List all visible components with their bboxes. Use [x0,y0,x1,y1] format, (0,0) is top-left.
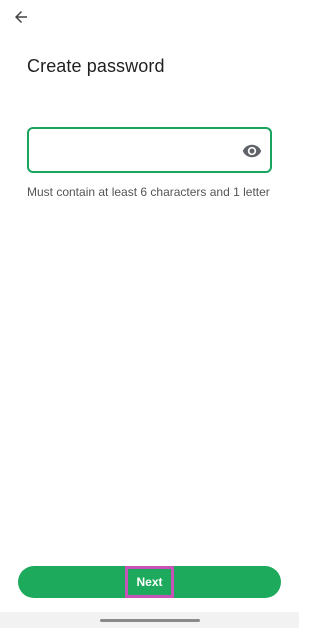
password-field[interactable] [27,127,272,173]
password-input[interactable] [39,129,239,171]
next-button-label: Next [125,566,174,598]
eye-icon [242,144,262,158]
password-requirements-text: Must contain at least 6 characters and 1… [27,185,270,199]
home-indicator[interactable] [100,619,200,622]
toggle-visibility-button[interactable] [240,140,264,162]
page-title: Create password [27,56,165,76]
create-password-screen: Create password Must contain at least 6 … [0,0,299,628]
next-button[interactable]: Next [18,566,281,598]
back-button[interactable] [9,6,33,28]
arrow-left-icon [15,11,27,23]
